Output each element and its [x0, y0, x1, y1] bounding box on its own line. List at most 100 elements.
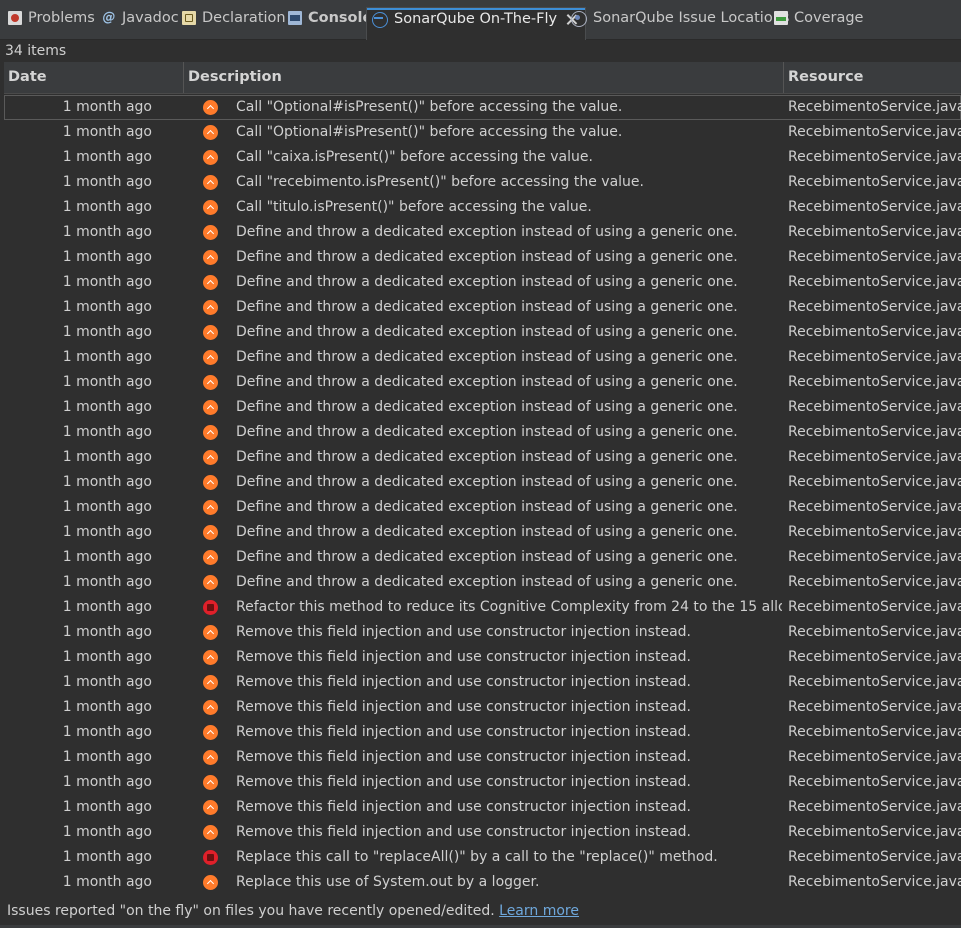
- table-row[interactable]: 1 month ago Define and throw a dedicated …: [4, 445, 961, 470]
- severity-major-icon: [203, 525, 218, 540]
- issue-resource: RecebimentoService.java: [788, 774, 961, 790]
- table-row[interactable]: 1 month ago Call "titulo.isPresent()" bef…: [4, 195, 961, 220]
- table-row[interactable]: 1 month ago Define and throw a dedicated …: [4, 245, 961, 270]
- severity-major-icon: [203, 425, 218, 440]
- issue-date: 1 month ago: [62, 299, 152, 315]
- table-row[interactable]: 1 month ago Remove this field injection a…: [4, 820, 961, 845]
- issue-date: 1 month ago: [62, 474, 152, 490]
- table-row[interactable]: 1 month ago Remove this field injection a…: [4, 795, 961, 820]
- issue-resource: RecebimentoService.java: [788, 174, 961, 190]
- table-row[interactable]: 1 month ago Replace this use of System.ou…: [4, 870, 961, 895]
- tab-console[interactable]: Console: [288, 9, 372, 40]
- severity-major-icon: [203, 825, 218, 840]
- issue-date: 1 month ago: [62, 649, 152, 665]
- issue-date: 1 month ago: [62, 349, 152, 365]
- issue-resource: RecebimentoService.java: [788, 374, 961, 390]
- table-row[interactable]: 1 month ago Call "caixa.isPresent()" befo…: [4, 145, 961, 170]
- severity-major-icon: [203, 675, 218, 690]
- table-row[interactable]: 1 month ago Call "Optional#isPresent()" b…: [4, 120, 961, 145]
- javadoc-icon: @: [102, 10, 116, 25]
- issue-description: Refactor this method to reduce its Cogni…: [236, 599, 782, 615]
- severity-major-icon: [203, 625, 218, 640]
- issue-description: Define and throw a dedicated exception i…: [236, 399, 738, 415]
- severity-major-icon: [203, 725, 218, 740]
- table-row[interactable]: 1 month ago Define and throw a dedicated …: [4, 295, 961, 320]
- sonarqube-locations-icon: [571, 11, 587, 27]
- issue-description: Define and throw a dedicated exception i…: [236, 524, 738, 540]
- severity-major-icon: [203, 250, 218, 265]
- severity-major-icon: [203, 325, 218, 340]
- issue-date: 1 month ago: [62, 499, 152, 515]
- table-row[interactable]: 1 month ago Define and throw a dedicated …: [4, 570, 961, 595]
- issue-description: Define and throw a dedicated exception i…: [236, 374, 738, 390]
- column-header-resource[interactable]: Resource: [784, 62, 961, 93]
- issue-description: Define and throw a dedicated exception i…: [236, 224, 738, 240]
- issue-description: Define and throw a dedicated exception i…: [236, 274, 738, 290]
- issue-resource: RecebimentoService.java: [788, 424, 961, 440]
- footer-text: Issues reported "on the fly" on files yo…: [7, 903, 500, 919]
- tab-problems[interactable]: Problems: [8, 9, 95, 40]
- severity-major-icon: [203, 775, 218, 790]
- issue-resource: RecebimentoService.java: [788, 399, 961, 415]
- issue-description: Remove this field injection and use cons…: [236, 749, 691, 765]
- table-row[interactable]: 1 month ago Call "Optional#isPresent()" b…: [4, 95, 961, 120]
- issue-resource: RecebimentoService.java: [788, 149, 961, 165]
- tab-sonarqube-issue-locations[interactable]: SonarQube Issue Locations: [571, 9, 789, 40]
- table-row[interactable]: 1 month ago Define and throw a dedicated …: [4, 420, 961, 445]
- issue-resource: RecebimentoService.java: [788, 849, 961, 865]
- table-row[interactable]: 1 month ago Remove this field injection a…: [4, 620, 961, 645]
- issue-date: 1 month ago: [62, 424, 152, 440]
- tab-label: Declaration: [202, 10, 286, 26]
- tab-label: Javadoc: [122, 10, 179, 26]
- table-row[interactable]: 1 month ago Define and throw a dedicated …: [4, 320, 961, 345]
- table-row[interactable]: 1 month ago Define and throw a dedicated …: [4, 220, 961, 245]
- issue-description: Define and throw a dedicated exception i…: [236, 449, 738, 465]
- table-row[interactable]: 1 month ago Define and throw a dedicated …: [4, 270, 961, 295]
- tab-label: SonarQube On-The-Fly: [394, 11, 558, 27]
- table-row[interactable]: 1 month ago Refactor this method to reduc…: [4, 595, 961, 620]
- table-row[interactable]: 1 month ago Replace this call to "replace…: [4, 845, 961, 870]
- table-row[interactable]: 1 month ago Remove this field injection a…: [4, 720, 961, 745]
- tab-coverage[interactable]: Coverage: [774, 9, 863, 40]
- table-row[interactable]: 1 month ago Define and throw a dedicated …: [4, 470, 961, 495]
- tab-declaration[interactable]: Declaration: [182, 9, 286, 40]
- learn-more-link[interactable]: Learn more: [499, 903, 579, 919]
- table-row[interactable]: 1 month ago Define and throw a dedicated …: [4, 345, 961, 370]
- table-row[interactable]: 1 month ago Remove this field injection a…: [4, 770, 961, 795]
- table-row[interactable]: 1 month ago Define and throw a dedicated …: [4, 395, 961, 420]
- table-row[interactable]: 1 month ago Remove this field injection a…: [4, 670, 961, 695]
- issue-resource: RecebimentoService.java: [788, 449, 961, 465]
- tab-sonarqube-on-the-fly[interactable]: SonarQube On-The-Fly: [366, 7, 587, 40]
- issue-description: Call "recebimento.isPresent()" before ac…: [236, 174, 644, 190]
- tab-label: Console: [308, 10, 373, 26]
- issue-description: Remove this field injection and use cons…: [236, 824, 691, 840]
- issue-date: 1 month ago: [62, 124, 152, 140]
- issue-resource: RecebimentoService.java: [788, 249, 961, 265]
- table-row[interactable]: 1 month ago Define and throw a dedicated …: [4, 370, 961, 395]
- table-row[interactable]: 1 month ago Remove this field injection a…: [4, 695, 961, 720]
- tab-javadoc[interactable]: @ Javadoc: [102, 9, 179, 40]
- issue-resource: RecebimentoService.java: [788, 649, 961, 665]
- table-row[interactable]: 1 month ago Call "recebimento.isPresent()…: [4, 170, 961, 195]
- issue-date: 1 month ago: [62, 724, 152, 740]
- severity-major-icon: [203, 275, 218, 290]
- severity-major-icon: [203, 750, 218, 765]
- table-row[interactable]: 1 month ago Define and throw a dedicated …: [4, 495, 961, 520]
- issue-description: Remove this field injection and use cons…: [236, 774, 691, 790]
- view-tab-bar: Problems @ Javadoc Declaration Console S…: [0, 0, 961, 40]
- table-row[interactable]: 1 month ago Remove this field injection a…: [4, 745, 961, 770]
- issue-date: 1 month ago: [62, 399, 152, 415]
- severity-major-icon: [203, 350, 218, 365]
- severity-major-icon: [203, 550, 218, 565]
- severity-critical-icon: [203, 600, 218, 615]
- issue-description: Define and throw a dedicated exception i…: [236, 249, 738, 265]
- issue-date: 1 month ago: [62, 224, 152, 240]
- table-row[interactable]: 1 month ago Define and throw a dedicated …: [4, 545, 961, 570]
- column-header-date[interactable]: Date: [4, 62, 183, 93]
- issue-date: 1 month ago: [62, 749, 152, 765]
- table-row[interactable]: 1 month ago Remove this field injection a…: [4, 645, 961, 670]
- table-row[interactable]: 1 month ago Define and throw a dedicated …: [4, 520, 961, 545]
- problems-icon: [8, 11, 22, 25]
- issue-date: 1 month ago: [62, 824, 152, 840]
- column-header-description[interactable]: Description: [184, 62, 783, 93]
